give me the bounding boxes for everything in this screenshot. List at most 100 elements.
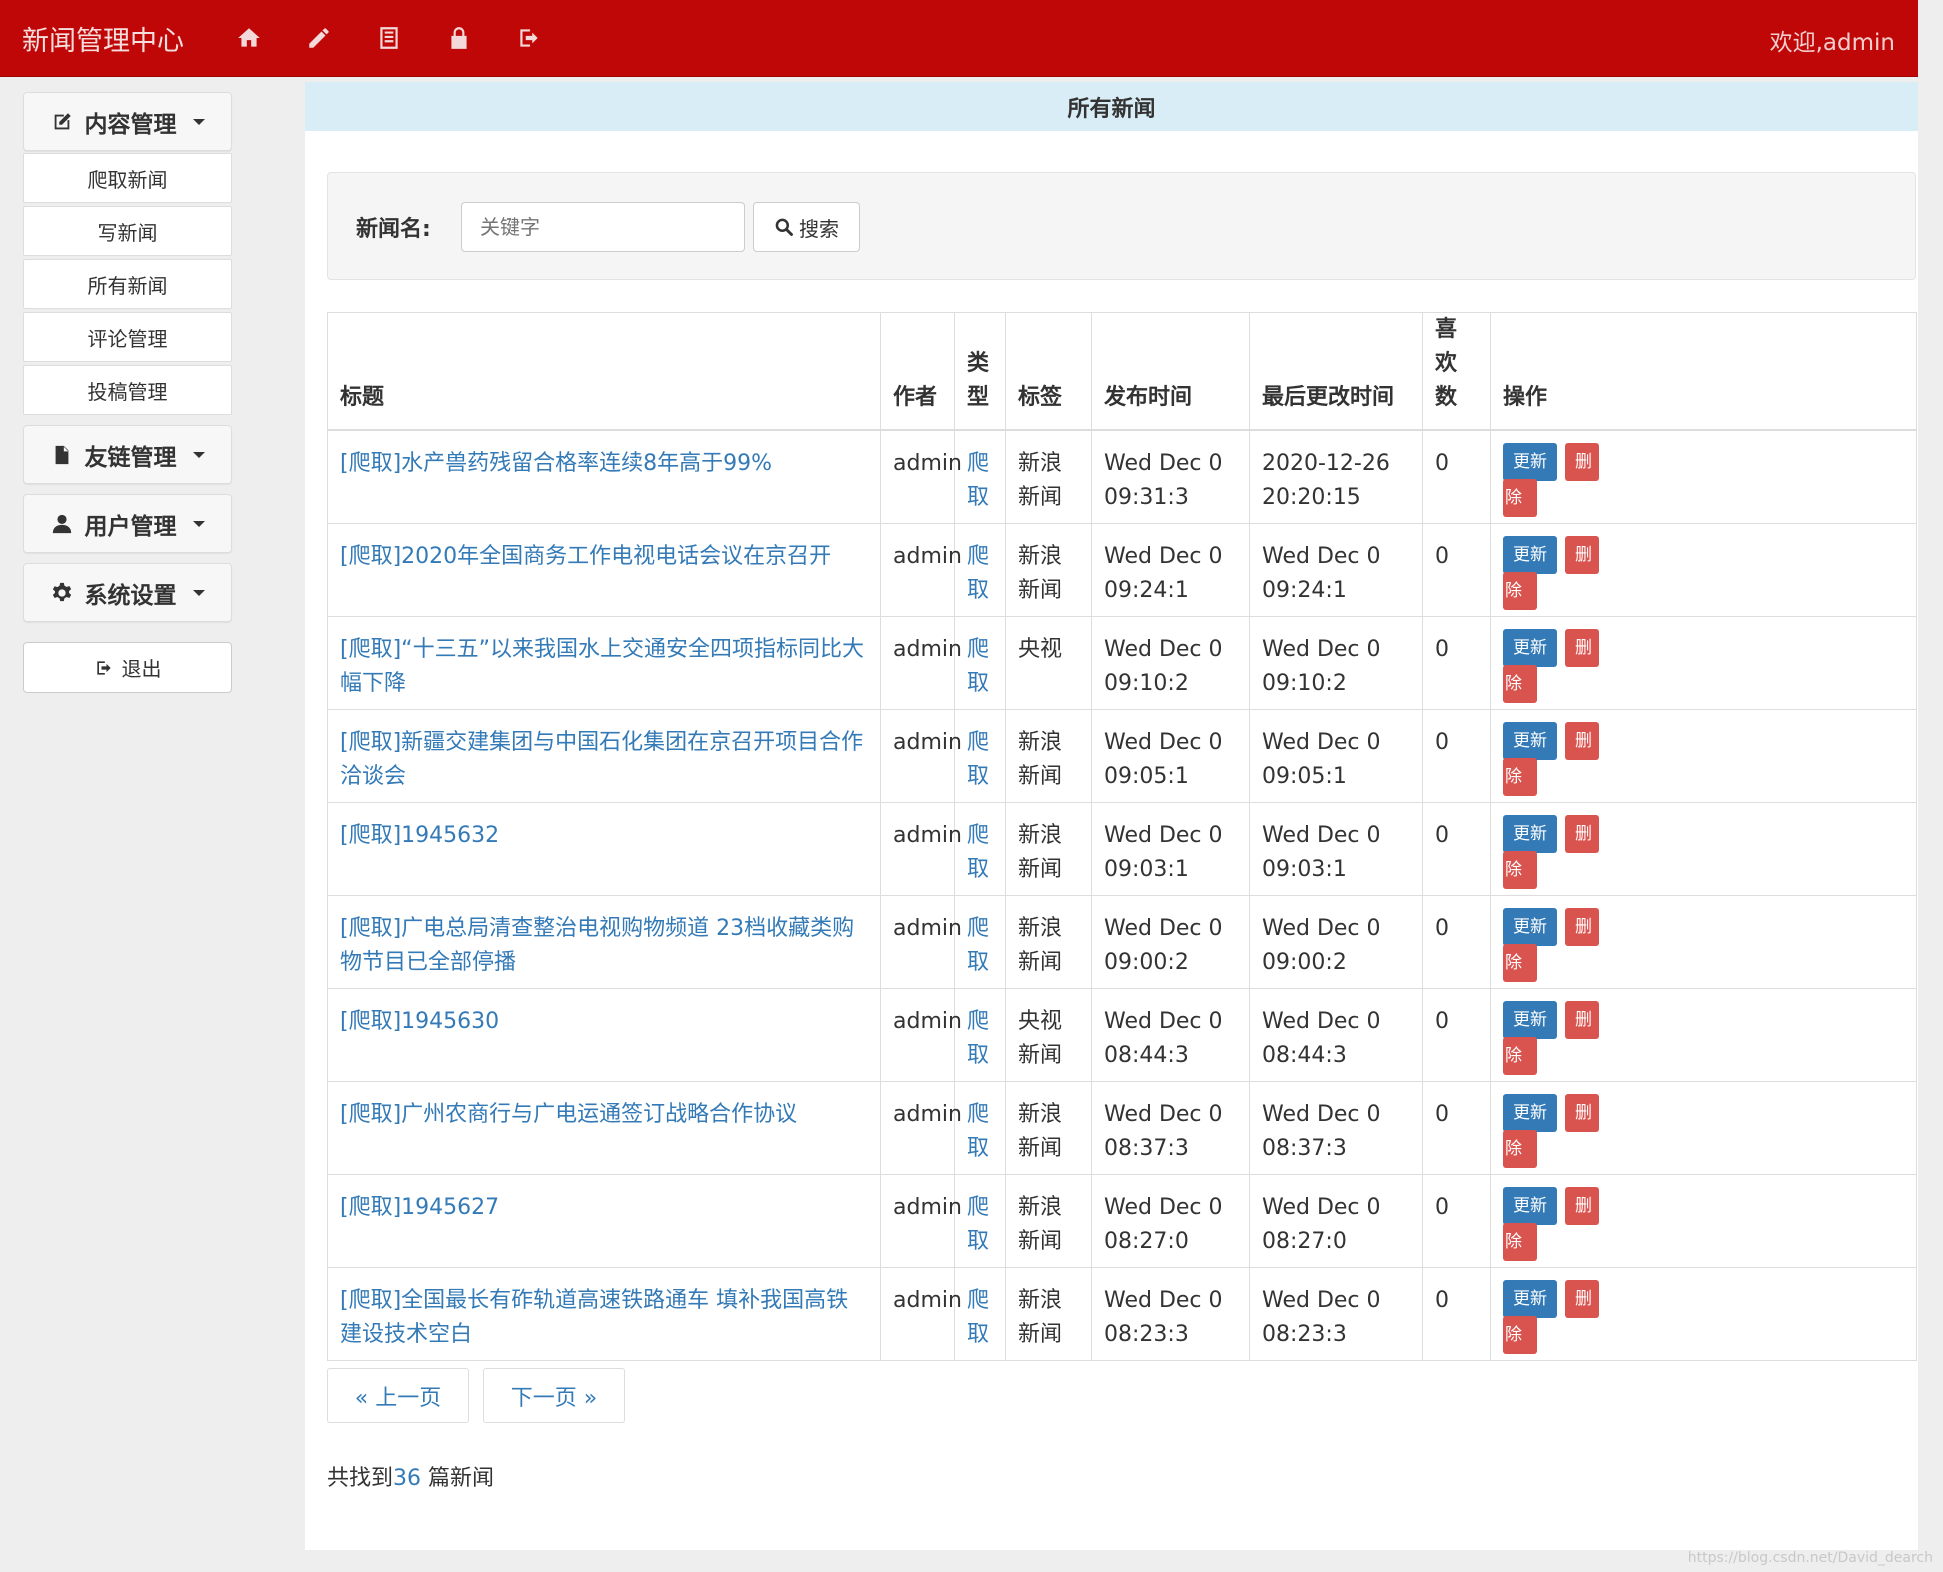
delete-button-wrap[interactable]: 除 [1503, 1036, 1537, 1075]
news-type-link[interactable]: 爬取 [967, 1288, 989, 1347]
delete-button-wrap[interactable]: 除 [1503, 1315, 1537, 1354]
cell-actions: 更新删除 [1490, 987, 1917, 1082]
sidebar-group-settings[interactable]: 系统设置 [23, 563, 232, 622]
update-button[interactable]: 更新 [1503, 1186, 1557, 1225]
sidebar-item-write-news[interactable]: 写新闻 [23, 206, 232, 256]
delete-button-wrap[interactable]: 除 [1503, 1129, 1537, 1168]
cell-type: 爬取 [954, 708, 1006, 803]
cell-tag: 央视 [1005, 615, 1092, 710]
news-title-link[interactable]: [爬取]1945632 [340, 823, 499, 848]
sidebar-group-label: 内容管理 [84, 111, 177, 138]
news-type-link[interactable]: 爬取 [967, 730, 989, 789]
delete-button-wrap[interactable]: 除 [1503, 1222, 1537, 1261]
home-icon[interactable] [214, 0, 284, 76]
cell-type: 爬取 [954, 1080, 1006, 1175]
result-suffix: 篇新闻 [421, 1466, 495, 1491]
news-title-link[interactable]: [爬取]全国最长有砟轨道高速铁路通车 填补我国高铁建设技术空白 [340, 1288, 848, 1347]
pencil-icon[interactable] [284, 0, 354, 76]
sidebar-item-all-news[interactable]: 所有新闻 [23, 259, 232, 309]
delete-button[interactable]: 删 [1565, 1093, 1599, 1132]
column-header-likes: 喜欢数 [1422, 312, 1491, 431]
delete-button[interactable]: 删 [1565, 814, 1599, 853]
cell-type: 爬取 [954, 1173, 1006, 1268]
search-button[interactable]: 搜索 [753, 202, 860, 252]
delete-button-wrap[interactable]: 除 [1503, 757, 1537, 796]
delete-button-wrap[interactable]: 除 [1503, 664, 1537, 703]
news-title-link[interactable]: [爬取]2020年全国商务工作电视电话会议在京召开 [340, 544, 831, 569]
logout-icon[interactable] [494, 0, 564, 76]
delete-button[interactable]: 删 [1565, 721, 1599, 760]
delete-button[interactable]: 删 [1565, 628, 1599, 667]
delete-button[interactable]: 删 [1565, 1000, 1599, 1039]
update-button[interactable]: 更新 [1503, 1093, 1557, 1132]
delete-button-wrap[interactable]: 除 [1503, 850, 1537, 889]
cell-type: 爬取 [954, 615, 1006, 710]
news-title-link[interactable]: [爬取]广电总局清查整治电视购物频道 23档收藏类购物节目已全部停播 [340, 916, 854, 975]
news-title-link[interactable]: [爬取]广州农商行与广电运通签订战略合作协议 [340, 1102, 797, 1127]
cell-type: 爬取 [954, 1266, 1006, 1361]
delete-button-wrap[interactable]: 除 [1503, 943, 1537, 982]
delete-button[interactable]: 删 [1565, 535, 1599, 574]
prev-page-button[interactable]: « 上一页 [327, 1368, 469, 1423]
cell-modified: Wed Dec 0 09:24:1 [1249, 522, 1423, 617]
update-button[interactable]: 更新 [1503, 535, 1557, 574]
news-type-link[interactable]: 爬取 [967, 1102, 989, 1161]
sidebar-item-submissions[interactable]: 投稿管理 [23, 365, 232, 415]
sidebar-item-comments[interactable]: 评论管理 [23, 312, 232, 362]
next-page-button[interactable]: 下一页 » [483, 1368, 625, 1423]
sidebar-group-content[interactable]: 内容管理 [23, 92, 232, 151]
sidebar-group-users[interactable]: 用户管理 [23, 494, 232, 553]
sidebar-group-links[interactable]: 友链管理 [23, 425, 232, 484]
cell-title: [爬取]1945630 [327, 987, 881, 1082]
cell-author: admin [880, 801, 962, 896]
cell-published: Wed Dec 0 09:31:3 [1091, 429, 1250, 524]
news-title-link[interactable]: [爬取]1945630 [340, 1009, 499, 1034]
cell-actions: 更新删除 [1490, 1266, 1917, 1361]
edit-icon [54, 112, 71, 129]
delete-button-wrap[interactable]: 除 [1503, 479, 1537, 517]
update-button[interactable]: 更新 [1503, 721, 1557, 760]
news-title-link[interactable]: [爬取]新疆交建集团与中国石化集团在京召开项目合作洽谈会 [340, 730, 863, 789]
cell-likes: 0 [1422, 894, 1491, 989]
update-button[interactable]: 更新 [1503, 907, 1557, 946]
lock-icon[interactable] [424, 0, 494, 76]
news-title-link[interactable]: [爬取]水产兽药残留合格率连续8年高于99% [340, 451, 772, 476]
delete-button[interactable]: 删 [1565, 443, 1599, 481]
news-type-link[interactable]: 爬取 [967, 451, 989, 510]
news-type-link[interactable]: 爬取 [967, 1195, 989, 1254]
cell-tag: 新浪新闻 [1005, 1080, 1092, 1175]
cell-modified: 2020-12-26 20:20:15 [1249, 429, 1423, 524]
update-button[interactable]: 更新 [1503, 1000, 1557, 1039]
update-button[interactable]: 更新 [1503, 814, 1557, 853]
caret-down-icon [192, 451, 205, 458]
delete-button[interactable]: 删 [1565, 907, 1599, 946]
delete-button[interactable]: 删 [1565, 1279, 1599, 1318]
cell-type: 爬取 [954, 894, 1006, 989]
cell-likes: 0 [1422, 429, 1491, 524]
update-button[interactable]: 更新 [1503, 1279, 1557, 1318]
page-title: 所有新闻 [305, 82, 1918, 131]
news-type-link[interactable]: 爬取 [967, 544, 989, 603]
cell-published: Wed Dec 0 09:05:1 [1091, 708, 1250, 803]
list-icon[interactable] [354, 0, 424, 76]
welcome-user[interactable]: 欢迎,admin [1770, 23, 1895, 57]
caret-down-icon [192, 589, 205, 596]
brand-title[interactable]: 新闻管理中心 [22, 19, 184, 58]
sidebar-item-crawl-news[interactable]: 爬取新闻 [23, 153, 232, 203]
news-title-link[interactable]: [爬取]1945627 [340, 1195, 499, 1220]
cell-published: Wed Dec 0 08:37:3 [1091, 1080, 1250, 1175]
delete-button-wrap[interactable]: 除 [1503, 571, 1537, 610]
news-title-link[interactable]: [爬取]“十三五”以来我国水上交通安全四项指标同比大幅下降 [340, 637, 864, 696]
column-header-title: 标题 [327, 312, 881, 431]
delete-button[interactable]: 删 [1565, 1186, 1599, 1225]
logout-button[interactable]: 退出 [23, 642, 232, 693]
news-type-link[interactable]: 爬取 [967, 1009, 989, 1068]
cell-modified: Wed Dec 0 09:10:2 [1249, 615, 1423, 710]
news-type-link[interactable]: 爬取 [967, 916, 989, 975]
news-type-link[interactable]: 爬取 [967, 637, 989, 696]
update-button[interactable]: 更新 [1503, 628, 1557, 667]
content-submenu: 爬取新闻 写新闻 所有新闻 评论管理 投稿管理 [23, 153, 232, 415]
news-type-link[interactable]: 爬取 [967, 823, 989, 882]
search-input[interactable] [461, 202, 745, 252]
update-button[interactable]: 更新 [1503, 443, 1557, 481]
